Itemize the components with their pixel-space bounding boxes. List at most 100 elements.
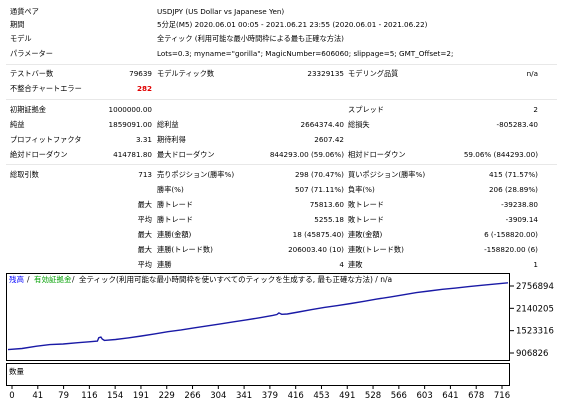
initial-deposit-value: 1000000.00	[108, 105, 152, 114]
x-tick-label: 716	[494, 391, 510, 401]
modeling-quality-label: モデリング品質	[348, 69, 399, 78]
x-tick-label: 116	[81, 391, 97, 401]
bars-tested-label: テストバー数	[10, 69, 54, 78]
bars-tested-value: 79639	[129, 69, 152, 78]
max-consec-losses-value: 6 (-158820.00)	[484, 230, 538, 239]
expected-payoff-value: 2607.42	[314, 135, 344, 144]
x-tick-label: 678	[468, 391, 484, 401]
avg-consec-losses-label: 連敗	[348, 260, 363, 269]
model-ticks-value: 23329135	[307, 69, 344, 78]
model-label: モデル	[10, 34, 32, 43]
abs-drawdown-value: 414781.80	[113, 150, 152, 159]
x-tick-label: 416	[288, 391, 304, 401]
spread-label: スプレッド	[348, 105, 384, 114]
x-tick-label: 154	[107, 391, 123, 401]
divider	[6, 99, 557, 100]
x-tick-label: 266	[184, 391, 200, 401]
divider	[6, 64, 557, 65]
volume-label: 数量	[9, 366, 24, 376]
x-tick-label: 603	[417, 391, 433, 401]
total-trades-label: 総取引数	[10, 170, 39, 179]
balance-chart: 2756894 2140205 1523316 906826 0 41 79 116 154 1…	[6, 273, 561, 401]
profit-factor-label: プロフィットファクタ	[10, 135, 82, 144]
x-tick-label: 41	[32, 391, 43, 401]
max-consec-losses-label: 連敗(金額)	[348, 230, 383, 239]
divider	[6, 164, 557, 165]
y-tick-label: 2140205	[516, 304, 554, 314]
parameters-label: パラメーター	[10, 49, 53, 58]
short-positions-value: 298 (70.47%)	[294, 170, 344, 179]
x-tick-label: 379	[262, 391, 278, 401]
average-prefix: 平均	[137, 215, 152, 224]
max-consec-profit-label: 連勝(トレード数)	[157, 245, 213, 254]
x-tick-label: 453	[313, 391, 329, 401]
x-tick-label: 528	[365, 391, 381, 401]
avg-profit-value: 5255.18	[314, 215, 344, 224]
profit-trades-value: 507 (71.11%)	[294, 185, 344, 194]
x-tick-label: 641	[442, 391, 458, 401]
largest-prefix: 最大	[137, 200, 152, 209]
rel-drawdown-value: 59.06% (844293.00)	[463, 150, 538, 159]
net-profit-label: 純益	[10, 120, 25, 129]
total-trades-value: 713	[138, 170, 152, 179]
largest-loss-value: -39238.80	[501, 200, 538, 209]
expected-payoff-label: 期待利得	[157, 135, 186, 144]
profit-trades-label: 勝率(%)	[157, 185, 184, 194]
largest-profit-label: 勝トレード	[157, 200, 193, 209]
avg-consec-losses-value: 1	[533, 260, 538, 269]
period-label: 期間	[10, 20, 25, 29]
max-consec-loss-value: -158820.00 (6)	[484, 245, 538, 254]
x-tick-label: 491	[339, 391, 355, 401]
chart-header-balance: 残高	[9, 274, 24, 284]
currency-pair-label: 通貨ペア	[10, 7, 39, 16]
y-tick-label: 2756894	[516, 282, 554, 292]
chart-header-description: 全ティック(利用可能な最小時間枠を使いすべてのティックを生成する, 最も正確な方…	[79, 274, 392, 284]
profit-factor-value: 3.31	[135, 135, 152, 144]
model-ticks-label: モデルティック数	[157, 69, 215, 78]
x-tick-label: 79	[58, 391, 69, 401]
max-prefix: 最大	[137, 245, 152, 254]
gross-profit-label: 総利益	[157, 120, 179, 129]
avg-consec-wins-value: 4	[339, 260, 344, 269]
x-axis: 0 41 79 116 154 191 229 266 304 341 379 416 453 491 52…	[9, 386, 510, 401]
abs-drawdown-label: 絶対ドローダウン	[10, 150, 68, 159]
x-tick-label: 341	[236, 391, 252, 401]
long-positions-value: 415 (71.57%)	[488, 170, 538, 179]
largest-loss-label: 敗トレード	[348, 200, 384, 209]
short-positions-label: 売りポジション(勝率%)	[157, 170, 235, 179]
avg-loss-value: -3909.14	[505, 215, 538, 224]
loss-trades-value: 206 (28.89%)	[488, 185, 538, 194]
y-tick-label: 1523316	[516, 327, 554, 337]
avg-loss-label: 敗トレード	[348, 215, 384, 224]
chart-header-equity: 有効証拠金	[34, 274, 72, 284]
net-profit-value: 1859091.00	[108, 120, 152, 129]
max-prefix: 最大	[137, 230, 152, 239]
modeling-quality-value: n/a	[526, 69, 538, 78]
y-tick-label: 906826	[516, 349, 548, 359]
max-drawdown-label: 最大ドローダウン	[157, 150, 215, 159]
mismatched-errors-value: 282	[136, 84, 152, 93]
plot-frame	[6, 273, 510, 361]
gross-loss-label: 総損失	[348, 120, 370, 129]
max-drawdown-value: 844293.00 (59.06%)	[269, 150, 344, 159]
x-tick-label: 229	[159, 391, 175, 401]
avg-profit-label: 勝トレード	[157, 215, 193, 224]
period-value: 5分足(M5) 2020.06.01 00:05 - 2021.06.21 23…	[157, 20, 428, 29]
avg-consec-wins-label: 連勝	[157, 260, 172, 269]
x-tick-label: 304	[210, 391, 226, 401]
max-consec-loss-label: 連敗(トレード数)	[348, 245, 404, 254]
y-axis: 2756894 2140205 1523316 906826	[510, 282, 554, 359]
max-consec-wins-label: 連勝(金額)	[157, 230, 192, 239]
spread-value: 2	[533, 105, 538, 114]
x-tick-label: 0	[9, 391, 14, 401]
parameters-value: Lots=0.3; myname="gorilla"; MagicNumber=…	[157, 49, 454, 58]
volume-frame	[6, 363, 510, 386]
x-tick-label: 191	[133, 391, 149, 401]
long-positions-label: 買いポジション(勝率%)	[348, 170, 426, 179]
loss-trades-label: 負率(%)	[348, 185, 375, 194]
model-value: 全ティック (利用可能な最小時間枠による最も正確な方法)	[157, 34, 344, 43]
max-consec-wins-value: 18 (45875.40)	[292, 230, 344, 239]
gross-profit-value: 2664374.40	[300, 120, 344, 129]
mismatched-errors-label: 不整合チャートエラー	[10, 84, 82, 93]
max-consec-profit-value: 206003.40 (10)	[288, 245, 344, 254]
